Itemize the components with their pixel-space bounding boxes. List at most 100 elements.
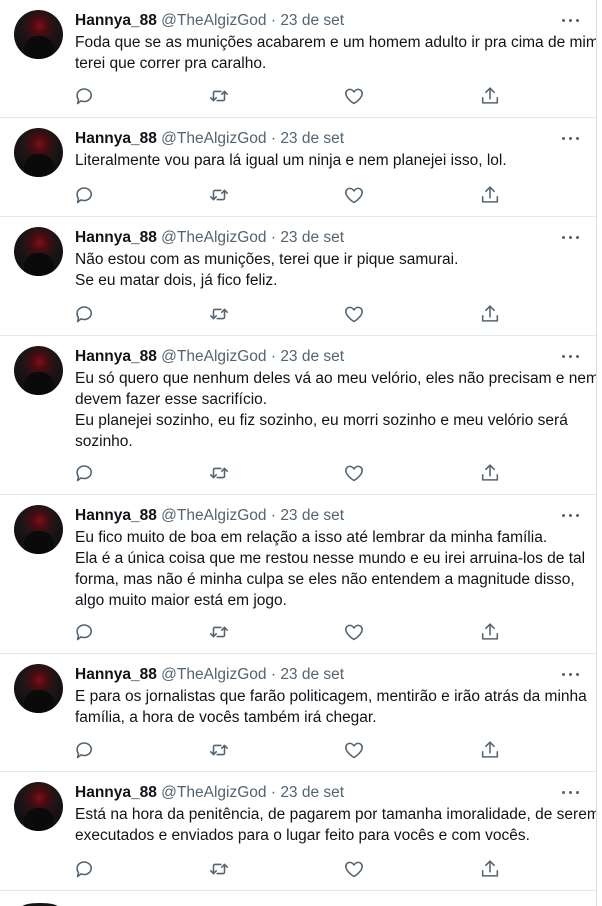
avatar[interactable] (14, 664, 63, 713)
avatar[interactable] (14, 346, 63, 395)
tweet[interactable]: Hannya_88 @TheAlgizGod · 23 de set Litera… (0, 118, 596, 217)
tweet[interactable]: Hannya_88 @TheAlgizGod · 23 de set Eu só … (0, 336, 596, 495)
tweet-text: Está na hora da penitência, de pagarem p… (75, 804, 596, 846)
tweet-text: Não estou com as munições, terei que ir … (75, 249, 590, 291)
separator-dot: · (270, 784, 276, 801)
reply-icon[interactable] (73, 184, 95, 206)
share-icon[interactable] (479, 184, 501, 206)
author-name[interactable]: Hannya_88 (75, 507, 157, 524)
author-handle[interactable]: @TheAlgizGod (161, 348, 266, 365)
author-handle[interactable]: @TheAlgizGod (161, 12, 266, 29)
tweet[interactable]: Hannya_88 @TheAlgizGod · 23 de set Eu fic… (0, 495, 596, 654)
heart-icon[interactable] (343, 303, 365, 325)
tweet-actions (0, 303, 596, 325)
more-icon[interactable] (560, 12, 582, 28)
author-handle[interactable]: @TheAlgizGod (161, 666, 266, 683)
retweet-icon[interactable] (208, 303, 230, 325)
retweet-icon[interactable] (208, 858, 230, 880)
tweet-text: Eu fico muito de boa em relação a isso a… (75, 527, 590, 611)
tweet-text: Eu só quero que nenhum deles vá ao meu v… (75, 368, 597, 452)
author-name[interactable]: Hannya_88 (75, 348, 157, 365)
author-name[interactable]: Hannya_88 (75, 130, 157, 147)
heart-icon[interactable] (343, 621, 365, 643)
avatar[interactable] (14, 227, 63, 276)
tweet-actions (0, 184, 596, 206)
separator-dot: · (270, 666, 276, 683)
heart-icon[interactable] (343, 85, 365, 107)
tweet-text-line: terei que correr pra caralho. (75, 55, 267, 72)
author-name[interactable]: Hannya_88 (75, 12, 157, 29)
share-icon[interactable] (479, 858, 501, 880)
tweet-text-line: família, a hora de vocês também irá cheg… (75, 709, 377, 726)
tweet-text: E para os jornalistas que farão politica… (75, 686, 590, 728)
heart-icon[interactable] (343, 184, 365, 206)
more-icon[interactable] (560, 507, 582, 523)
separator-dot: · (270, 130, 276, 147)
tweet-header: Hannya_88 @TheAlgizGod · 23 de set (75, 506, 344, 526)
author-name[interactable]: Hannya_88 (75, 229, 157, 246)
share-icon[interactable] (479, 621, 501, 643)
separator-dot: · (270, 507, 276, 524)
share-icon[interactable] (479, 303, 501, 325)
heart-icon[interactable] (343, 858, 365, 880)
tweet[interactable]: Hannya_88 @TheAlgizGod · 23 de set Não es… (0, 217, 596, 336)
separator-dot: · (270, 348, 276, 365)
tweet[interactable]: Hannya_88 @TheAlgizGod · 23 de set E para… (0, 654, 596, 772)
tweet[interactable]: Hannya_88 @TheAlgizGod · 23 de set Está n… (0, 772, 596, 891)
separator-dot: · (270, 229, 276, 246)
avatar[interactable] (14, 128, 63, 177)
author-handle[interactable]: @TheAlgizGod (161, 784, 266, 801)
reply-icon[interactable] (73, 462, 95, 484)
tweet-feed: Hannya_88 @TheAlgizGod · 23 de set Foda q… (0, 0, 597, 906)
more-icon[interactable] (560, 130, 582, 146)
tweet-text-line: executados e enviados para o lugar feito… (75, 827, 530, 844)
more-icon[interactable] (560, 784, 582, 800)
author-handle[interactable]: @TheAlgizGod (161, 229, 266, 246)
retweet-icon[interactable] (208, 184, 230, 206)
heart-icon[interactable] (343, 739, 365, 761)
more-icon[interactable] (560, 666, 582, 682)
tweet-actions (0, 621, 596, 643)
tweet-date[interactable]: 23 de set (280, 229, 344, 246)
more-icon[interactable] (560, 348, 582, 364)
tweet-date[interactable]: 23 de set (280, 348, 344, 365)
tweet-text-line: Se eu matar dois, já fico feliz. (75, 272, 278, 289)
heart-icon[interactable] (343, 462, 365, 484)
tweet-date[interactable]: 23 de set (280, 507, 344, 524)
more-icon[interactable] (560, 229, 582, 245)
tweet-actions (0, 462, 596, 484)
avatar[interactable] (14, 10, 63, 59)
tweet-date[interactable]: 23 de set (280, 12, 344, 29)
tweet-date[interactable]: 23 de set (280, 130, 344, 147)
tweet-text-line: algo muito maior está em jogo. (75, 592, 287, 609)
reply-icon[interactable] (73, 621, 95, 643)
tweet-date[interactable]: 23 de set (280, 666, 344, 683)
author-name[interactable]: Hannya_88 (75, 666, 157, 683)
author-handle[interactable]: @TheAlgizGod (161, 507, 266, 524)
tweet-text-line: E para os jornalistas que farão politica… (75, 688, 587, 705)
retweet-icon[interactable] (208, 739, 230, 761)
tweet-text-line: devem fazer esse sacrifício. (75, 391, 268, 408)
retweet-icon[interactable] (208, 85, 230, 107)
retweet-icon[interactable] (208, 621, 230, 643)
tweet-text: Literalmente vou para lá igual um ninja … (75, 150, 590, 171)
tweet[interactable]: Hannya_88 @TheAlgizGod · 23 de set Foda q… (0, 0, 596, 118)
avatar[interactable] (14, 505, 63, 554)
author-name[interactable]: Hannya_88 (75, 784, 157, 801)
tweet-header: Hannya_88 @TheAlgizGod · 23 de set (75, 783, 344, 803)
tweet-header: Hannya_88 @TheAlgizGod · 23 de set (75, 129, 344, 149)
share-icon[interactable] (479, 85, 501, 107)
tweet-text-line: Eu só quero que nenhum deles vá ao meu v… (75, 370, 597, 387)
author-handle[interactable]: @TheAlgizGod (161, 130, 266, 147)
reply-icon[interactable] (73, 858, 95, 880)
reply-icon[interactable] (73, 85, 95, 107)
tweet-date[interactable]: 23 de set (280, 784, 344, 801)
share-icon[interactable] (479, 462, 501, 484)
reply-icon[interactable] (73, 739, 95, 761)
avatar[interactable] (14, 782, 63, 831)
tweet-text-line: Ela é a única coisa que me restou nesse … (75, 550, 586, 567)
retweet-icon[interactable] (208, 462, 230, 484)
reply-icon[interactable] (73, 303, 95, 325)
tweet-text-line: Não estou com as munições, terei que ir … (75, 251, 459, 268)
share-icon[interactable] (479, 739, 501, 761)
